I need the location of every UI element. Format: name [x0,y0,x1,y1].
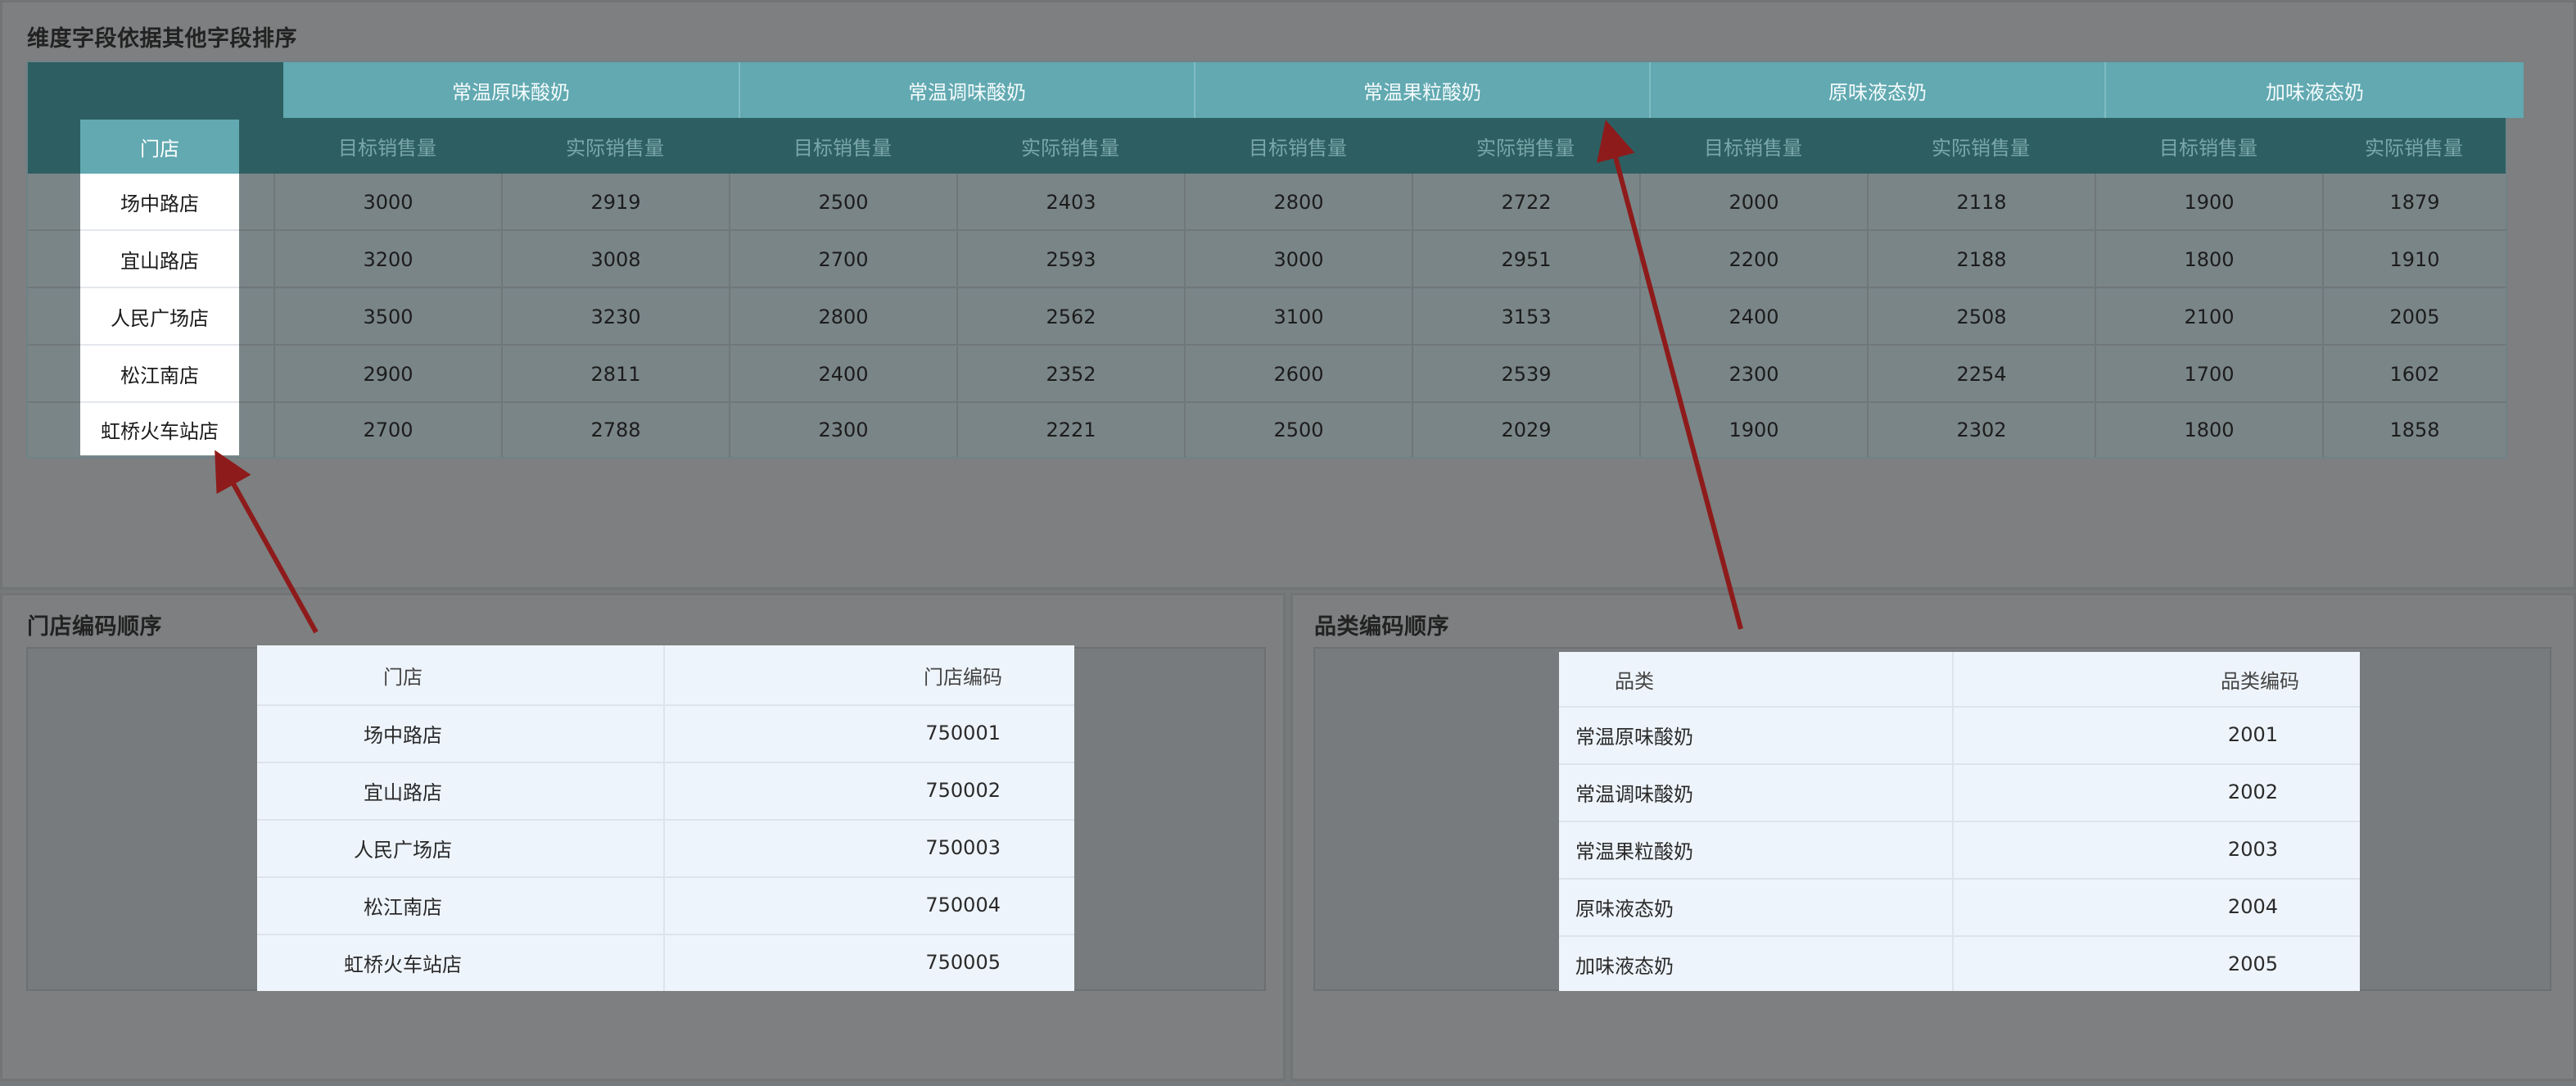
annotation-arrows [215,120,1743,634]
arrow-category-order [1597,120,1743,630]
arrow-store-order [215,450,319,634]
